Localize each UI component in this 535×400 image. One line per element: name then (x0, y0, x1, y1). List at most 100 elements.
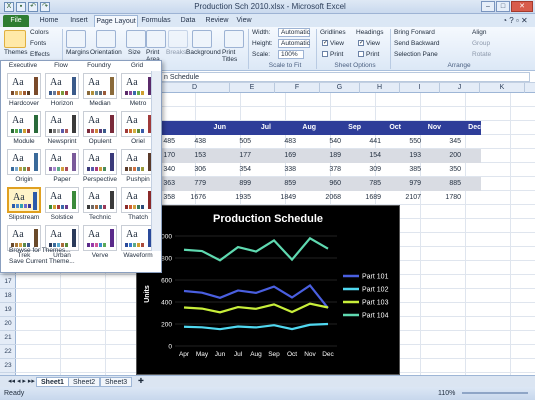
table-cell[interactable]: 345 (420, 135, 465, 149)
size-button[interactable]: Size (128, 49, 141, 56)
table-cell[interactable]: 169 (255, 149, 300, 163)
row-header[interactable]: 17 (0, 275, 16, 289)
maximize-button[interactable]: □ (496, 1, 510, 12)
insert-sheet-icon[interactable]: ✚ (134, 377, 148, 387)
table-cell[interactable]: 200 (420, 149, 465, 163)
table-cell[interactable]: 1849 (255, 191, 300, 205)
table-cell[interactable]: 899 (210, 177, 255, 191)
tab-home[interactable]: Home (34, 15, 64, 27)
close-button[interactable]: ✕ (511, 1, 533, 12)
themes-button[interactable] (4, 30, 26, 48)
minimize-button[interactable]: – (481, 1, 495, 12)
table-header-cell[interactable]: Nov (400, 121, 445, 135)
table-cell[interactable]: 153 (165, 149, 210, 163)
theme-thumbnail[interactable]: Aa (45, 73, 79, 99)
column-header[interactable]: G (320, 83, 360, 93)
orientation-icon[interactable] (96, 30, 116, 48)
gallery-scrollbar[interactable] (151, 71, 161, 251)
table-cell[interactable]: 1676 (165, 191, 210, 205)
column-header[interactable]: D (160, 83, 230, 93)
table-cell[interactable]: 979 (380, 177, 425, 191)
table-cell[interactable]: 189 (300, 149, 345, 163)
line-chart[interactable]: Production Schedule Units 0 200 400 600 800 100… (136, 205, 400, 375)
background-icon[interactable] (192, 30, 212, 48)
column-header[interactable]: K (480, 83, 525, 93)
breaks-button[interactable]: Breaks (166, 49, 186, 56)
theme-thumbnail[interactable]: Aa (121, 111, 155, 137)
tab-file[interactable]: File (3, 15, 29, 27)
theme-thumbnail[interactable]: Aa (45, 111, 79, 137)
theme-thumbnail[interactable]: Aa (83, 73, 117, 99)
table-cell[interactable]: 338 (255, 163, 300, 177)
table-cell[interactable]: 859 (255, 177, 300, 191)
margins-button[interactable]: Margins (66, 49, 89, 56)
row-header[interactable]: 19 (0, 303, 16, 317)
table-cell[interactable]: 350 (420, 163, 465, 177)
size-icon[interactable] (126, 30, 146, 48)
browse-themes-menu-item[interactable]: Browse for Themes... (9, 247, 71, 254)
width-value[interactable]: Automatic (278, 28, 310, 37)
zoom-level[interactable]: 110% (438, 387, 455, 400)
width-combo[interactable]: Automatic (278, 28, 310, 37)
column-header[interactable]: F (275, 83, 320, 93)
column-header[interactable]: J (440, 83, 480, 93)
undo-icon[interactable]: ↶ (28, 2, 38, 12)
column-header[interactable]: E (230, 83, 275, 93)
tab-review[interactable]: Review (203, 15, 231, 27)
height-combo[interactable]: Automatic (278, 39, 310, 48)
print-area-icon[interactable] (146, 30, 166, 48)
ribbon-window-controls[interactable]: ◔ ? ▫ ✕ (500, 15, 530, 27)
table-header-cell[interactable]: Sep (320, 121, 365, 135)
fonts-button[interactable]: Fonts (30, 40, 46, 47)
table-header-cell[interactable]: Jun (185, 121, 230, 135)
row-header[interactable]: 20 (0, 317, 16, 331)
tab-view[interactable]: View (233, 15, 255, 27)
sheet-nav-arrows[interactable]: ◂◂ ◂ ▸ ▸▸ (4, 377, 39, 387)
scale-value[interactable]: 100% (278, 50, 304, 59)
table-cell[interactable]: 378 (300, 163, 345, 177)
theme-thumbnail[interactable]: Aa (121, 149, 155, 175)
theme-thumbnail[interactable]: Aa (83, 187, 117, 213)
effects-button[interactable]: Effects (30, 51, 50, 58)
table-cell[interactable]: 2068 (300, 191, 345, 205)
colors-button[interactable]: Colors (30, 29, 49, 36)
table-header-cell[interactable]: Jul (230, 121, 275, 135)
theme-thumbnail[interactable]: Aa (45, 149, 79, 175)
orientation-button[interactable]: Orientation (90, 49, 122, 56)
formula-input[interactable]: n Schedule (160, 72, 530, 82)
table-cell[interactable]: 1689 (340, 191, 385, 205)
gridlines-view-checkbox[interactable]: ✓ View (322, 40, 344, 47)
headings-view-checkbox[interactable]: ✓ View (358, 40, 380, 47)
sheet-tab[interactable]: Sheet3 (100, 377, 133, 387)
column-header[interactable]: H (360, 83, 400, 93)
table-cell[interactable]: 177 (210, 149, 255, 163)
theme-thumbnail[interactable]: Aa (7, 111, 41, 137)
table-header-cell[interactable]: Aug (275, 121, 320, 135)
excel-icon[interactable]: X (4, 2, 14, 12)
table-cell[interactable]: 505 (210, 135, 255, 149)
theme-thumbnail[interactable]: Aa (45, 187, 79, 213)
zoom-slider[interactable] (462, 392, 528, 394)
table-cell[interactable]: 1780 (420, 191, 465, 205)
theme-thumbnail[interactable]: Aa (121, 73, 155, 99)
column-header[interactable]: I (400, 83, 440, 93)
redo-icon[interactable]: ↷ (40, 2, 50, 12)
theme-thumbnail[interactable]: Aa (83, 111, 117, 137)
theme-thumbnail[interactable]: Aa (83, 225, 117, 251)
table-cell[interactable]: 309 (340, 163, 385, 177)
headings-print-checkbox[interactable]: Print (358, 51, 379, 58)
row-header[interactable]: 22 (0, 345, 16, 359)
table-cell[interactable]: 550 (380, 135, 425, 149)
table-cell[interactable]: 540 (300, 135, 345, 149)
table-cell[interactable]: 441 (340, 135, 385, 149)
theme-thumbnail[interactable]: Aa (7, 73, 41, 99)
table-cell[interactable]: 154 (340, 149, 385, 163)
sheet-tab[interactable]: Sheet1 (36, 377, 69, 387)
table-cell[interactable]: 779 (165, 177, 210, 191)
table-header-cell[interactable]: Oct (360, 121, 405, 135)
margins-icon[interactable] (66, 30, 86, 48)
table-cell[interactable]: 1935 (210, 191, 255, 205)
theme-thumbnail[interactable]: Aa (7, 149, 41, 175)
theme-thumbnail[interactable]: Aa (7, 187, 41, 213)
table-cell[interactable]: 385 (380, 163, 425, 177)
